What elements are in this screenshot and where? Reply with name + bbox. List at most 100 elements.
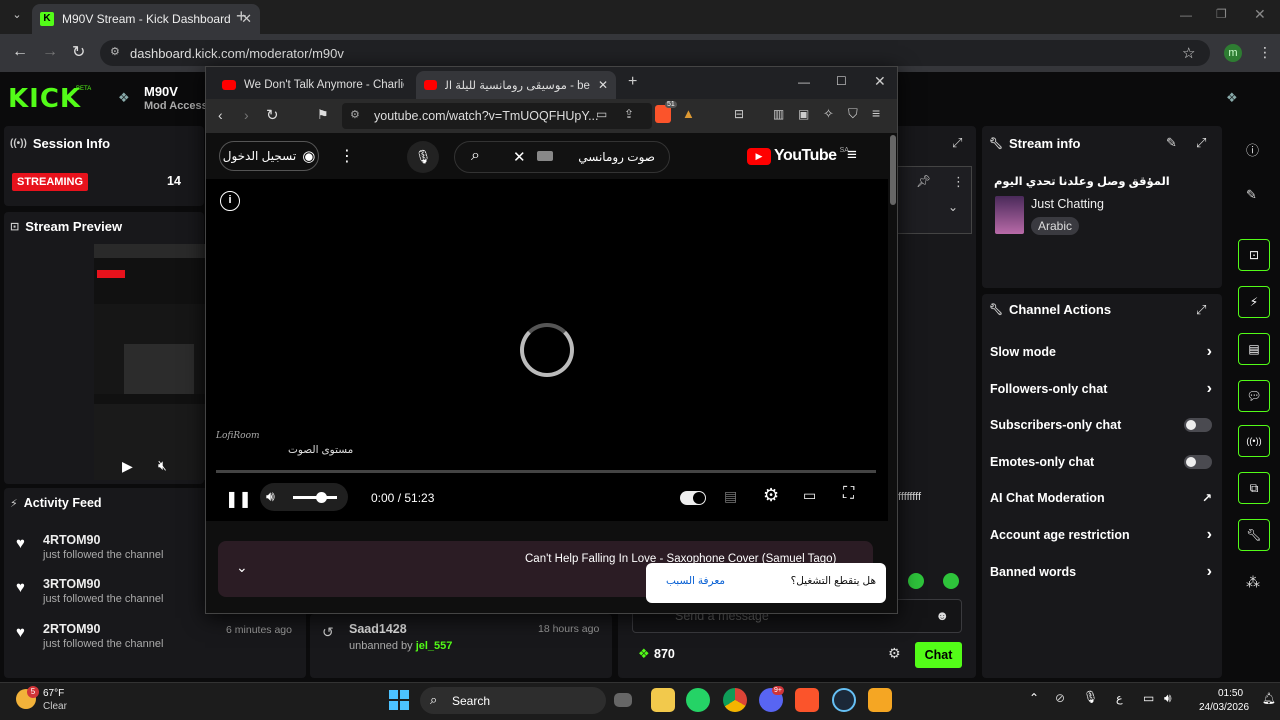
back-icon[interactable]: ‹ bbox=[218, 107, 223, 123]
voice-search-button[interactable]: 🎙︎ bbox=[407, 141, 439, 173]
youtube-logo[interactable]: ▶ YouTube SA bbox=[747, 147, 849, 165]
search-box[interactable]: ⌕ ✕ صوت رومانسي bbox=[454, 141, 670, 173]
popup-scrollbar[interactable] bbox=[890, 135, 896, 205]
window-close-icon[interactable]: ✕ bbox=[874, 73, 886, 90]
autoplay-toggle[interactable] bbox=[680, 491, 706, 505]
session-toggle-button[interactable]: ((•)) bbox=[1238, 425, 1270, 457]
menu-icon[interactable]: ≡ bbox=[872, 105, 880, 121]
close-tab-icon[interactable]: ✕ bbox=[598, 78, 608, 92]
profile-avatar[interactable]: m bbox=[1224, 44, 1242, 62]
bookmark-star-icon[interactable]: ☆ bbox=[1182, 44, 1195, 62]
action-banned-words[interactable]: Banned words › bbox=[982, 555, 1222, 589]
chat-settings-icon[interactable]: ⚙ bbox=[888, 645, 901, 662]
forward-icon[interactable]: › bbox=[244, 107, 249, 123]
file-explorer-icon[interactable] bbox=[651, 688, 675, 712]
action-account-age[interactable]: Account age restriction › bbox=[982, 518, 1222, 552]
tray-chevron-icon[interactable]: ⌃ bbox=[1029, 691, 1039, 705]
video-player[interactable]: i LofiRoom مستوى الصوت ❚❚ 🔊︎ 0:00 / 51:2… bbox=[206, 179, 888, 521]
vpn-icon[interactable]: ⛉ bbox=[848, 106, 858, 122]
new-tab-button[interactable]: + bbox=[628, 73, 637, 91]
chevron-down-icon[interactable]: ⌄ bbox=[236, 559, 248, 576]
preview-toggle-button[interactable]: ⊡ bbox=[1238, 239, 1270, 271]
emote-icon[interactable] bbox=[908, 573, 924, 589]
settings-menu-icon[interactable]: ⋮ bbox=[339, 146, 355, 166]
volume-slider-knob[interactable] bbox=[316, 492, 327, 503]
tray-network-off-icon[interactable]: ⊘ bbox=[1055, 691, 1065, 705]
toast-learn-more-link[interactable]: معرفة السبب bbox=[666, 575, 725, 587]
new-tab-button[interactable]: + bbox=[236, 6, 247, 27]
app-icon[interactable] bbox=[868, 688, 892, 712]
volume-icon[interactable]: 🔊︎ bbox=[266, 488, 275, 505]
emotes-only-toggle[interactable] bbox=[1184, 455, 1212, 469]
action-ai-moderation[interactable]: AI Chat Moderation ↗ bbox=[982, 481, 1222, 515]
window-maximize-icon[interactable]: ☐ bbox=[836, 74, 847, 88]
guide-menu-icon[interactable]: ≡ bbox=[847, 145, 857, 165]
video-info-icon[interactable]: i bbox=[220, 191, 240, 211]
brave-rewards-icon[interactable]: ▲ bbox=[682, 106, 695, 121]
subtitles-icon[interactable]: ▤ bbox=[724, 488, 737, 505]
mod-log-user[interactable]: Saad1428 bbox=[349, 622, 407, 636]
pin-icon[interactable]: 📌︎ bbox=[916, 174, 931, 188]
keyboard-language[interactable]: ع bbox=[1116, 692, 1123, 705]
action-followers-only[interactable]: Followers-only chat › bbox=[982, 372, 1222, 406]
steam-icon[interactable] bbox=[832, 688, 856, 712]
more-widgets-icon[interactable]: ⁂ bbox=[1246, 574, 1260, 591]
clock-time[interactable]: 01:50 bbox=[1218, 688, 1243, 699]
chrome-menu-icon[interactable]: ⋮ bbox=[1258, 44, 1272, 61]
keyboard-icon[interactable] bbox=[537, 151, 553, 161]
preview-mute-icon[interactable]: 🔇︎ bbox=[158, 457, 167, 474]
bookmark-icon[interactable]: ⚑ bbox=[317, 107, 329, 123]
stream-info-popout-icon[interactable]: ⤢ bbox=[1196, 135, 1206, 151]
window-restore-icon[interactable]: ❐ bbox=[1216, 7, 1227, 21]
share-icon[interactable]: ⇪ bbox=[624, 107, 634, 121]
preview-video[interactable] bbox=[94, 244, 205, 480]
action-slow-mode[interactable]: Slow mode › bbox=[982, 335, 1222, 369]
pause-icon[interactable]: ❚❚ bbox=[225, 489, 252, 509]
brave-icon[interactable] bbox=[795, 688, 819, 712]
tab-list-button[interactable]: ⌄ bbox=[8, 8, 26, 26]
search-icon[interactable]: ⌕ bbox=[471, 147, 480, 165]
chrome-icon[interactable] bbox=[723, 688, 747, 712]
leo-ai-icon[interactable]: ✧ bbox=[823, 106, 834, 122]
window-minimize-icon[interactable]: — bbox=[798, 75, 810, 89]
language-tag[interactable]: Arabic bbox=[1031, 217, 1080, 235]
tray-display-icon[interactable]: ▭ bbox=[1143, 691, 1154, 705]
channel-actions-toggle-button[interactable]: 🔧︎ bbox=[1238, 519, 1270, 551]
moderator-name[interactable]: jel_557 bbox=[416, 640, 453, 652]
cast-icon[interactable]: ▭ bbox=[596, 107, 607, 121]
taskbar-search[interactable]: ⌕ Search bbox=[420, 687, 606, 714]
category-name[interactable]: Just Chatting bbox=[1031, 197, 1104, 211]
pencil-icon[interactable]: ✎ bbox=[1246, 187, 1257, 203]
fullscreen-icon[interactable]: ⛶ bbox=[843, 485, 854, 503]
stream-info-toggle-button[interactable]: ⧉ bbox=[1238, 472, 1270, 504]
settings-gear-icon[interactable]: ⚙ bbox=[763, 485, 779, 506]
popup-tab-1[interactable]: We Don't Talk Anymore - Charlie Puth bbox=[214, 71, 414, 99]
channel-name[interactable]: M90V bbox=[144, 84, 178, 99]
chat-popout-icon[interactable]: ⤢ bbox=[952, 135, 962, 151]
emote-icon[interactable] bbox=[943, 573, 959, 589]
emoji-icon[interactable]: ☻ bbox=[935, 608, 949, 623]
progress-bar[interactable] bbox=[216, 470, 876, 473]
kick-logo[interactable]: KICK bbox=[8, 84, 81, 114]
window-minimize-icon[interactable]: — bbox=[1180, 8, 1192, 22]
tray-mic-icon[interactable]: 🎙︎ bbox=[1083, 690, 1098, 704]
chat-send-button[interactable]: Chat bbox=[915, 642, 962, 668]
info-icon[interactable]: ⓘ bbox=[1246, 140, 1259, 159]
window-close-icon[interactable]: ✕ bbox=[1254, 6, 1266, 23]
channel-actions-popout-icon[interactable]: ⤢ bbox=[1196, 302, 1206, 318]
clear-search-icon[interactable]: ✕ bbox=[513, 148, 526, 166]
back-icon[interactable]: ← bbox=[12, 43, 28, 61]
reload-icon[interactable]: ↻ bbox=[266, 106, 279, 124]
pinned-menu-icon[interactable]: ⋮ bbox=[952, 174, 965, 190]
edit-stream-info-icon[interactable]: ✎ bbox=[1166, 135, 1177, 151]
activity-toggle-button[interactable]: ⚡︎ bbox=[1238, 286, 1270, 318]
sidebar-icon[interactable]: ▥ bbox=[773, 107, 784, 121]
whatsapp-icon[interactable] bbox=[686, 688, 710, 712]
weather-temp[interactable]: 67°F bbox=[43, 688, 64, 699]
header-right-icon[interactable]: ❖ bbox=[1226, 90, 1238, 106]
volume-slider-track[interactable] bbox=[293, 496, 337, 499]
clock-date[interactable]: 24/03/2026 bbox=[1199, 702, 1249, 713]
channel-watermark[interactable]: LofiRoom bbox=[216, 431, 260, 441]
reload-icon[interactable]: ↻ bbox=[72, 42, 85, 62]
browser-tab-kick[interactable]: K M90V Stream - Kick Dashboard ✕ bbox=[32, 4, 260, 34]
